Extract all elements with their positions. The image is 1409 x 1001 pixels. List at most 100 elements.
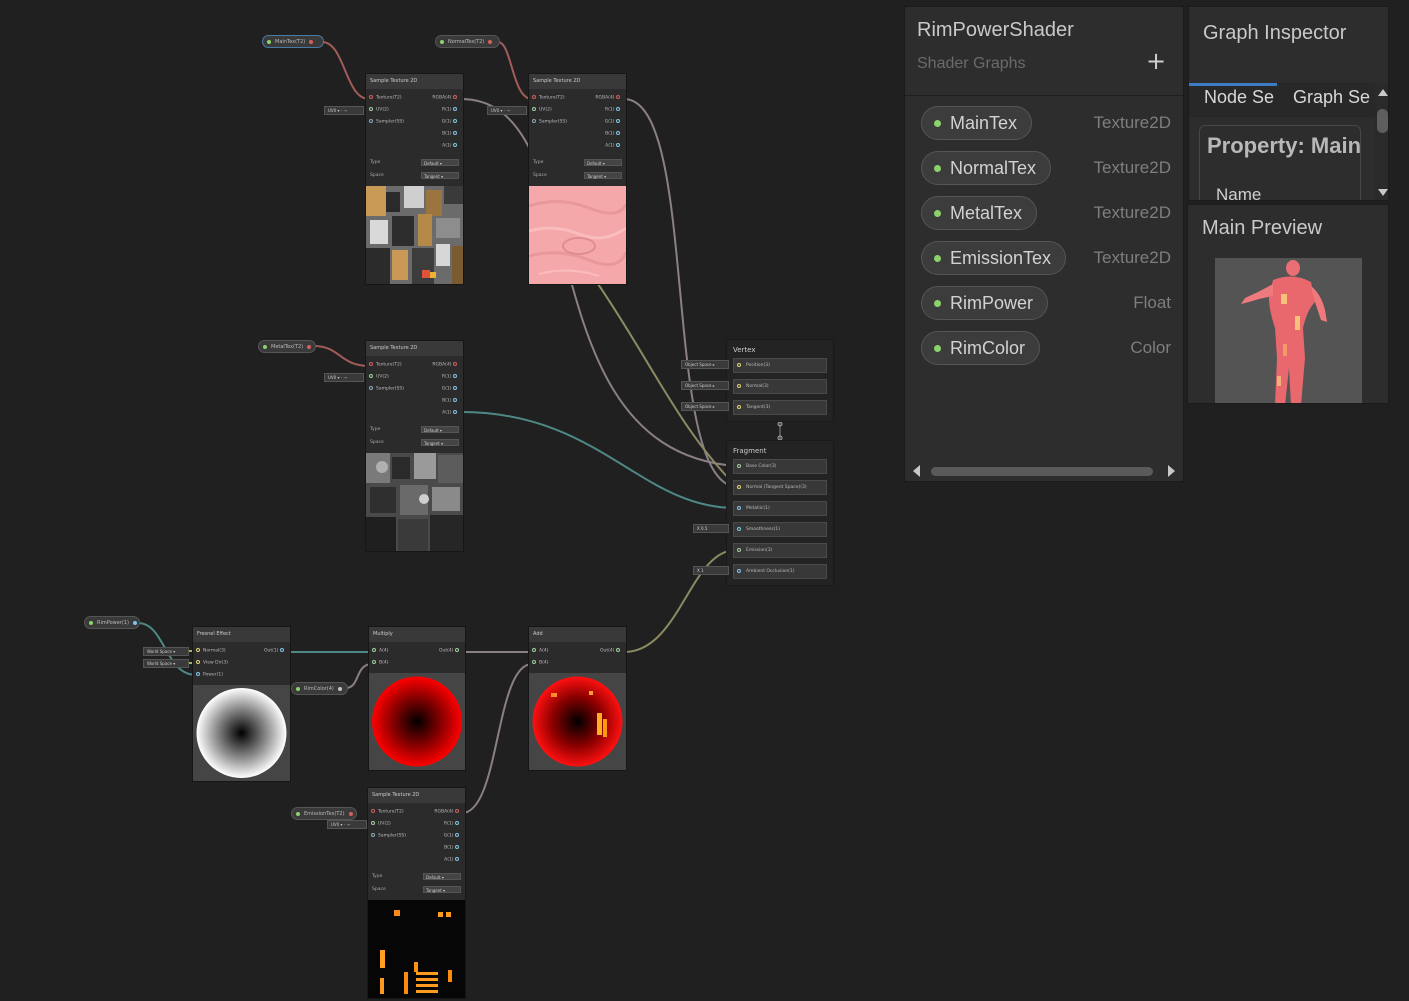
port-icon[interactable] (455, 809, 459, 813)
output-b[interactable]: B(1) (605, 131, 623, 137)
output-rgba[interactable]: RGBA(4) (595, 95, 623, 101)
fragment-slot-emission[interactable]: Emission(3) (733, 543, 827, 558)
uv-channel-dropdown[interactable]: UV0 ▾ · ⊸ (487, 106, 527, 115)
property-node-metaltex[interactable]: MetalTex(T2) (258, 340, 316, 353)
type-dropdown[interactable]: Default ▾ (421, 426, 459, 433)
port-icon[interactable] (453, 398, 457, 402)
input-a[interactable]: A(4) (372, 648, 388, 654)
port-icon[interactable] (616, 119, 620, 123)
fragment-stack[interactable]: Fragment Base Color(3) Normal (Tangent S… (726, 440, 834, 586)
output-r[interactable]: R(1) (444, 821, 462, 827)
property-pill[interactable]: NormalTex (921, 151, 1052, 185)
port-icon[interactable] (196, 672, 200, 676)
port-icon[interactable] (453, 386, 457, 390)
fragment-slot-metallic[interactable]: Metallic(1) (733, 501, 827, 516)
normal-space-label[interactable]: Object Space ▸ (681, 381, 729, 390)
vertical-scrollbar[interactable] (1375, 83, 1388, 200)
output-port-icon[interactable] (309, 39, 314, 44)
port-icon[interactable] (455, 833, 459, 837)
output-b[interactable]: B(1) (442, 131, 460, 137)
port-icon[interactable] (737, 405, 741, 409)
input-normal[interactable]: Normal(3) (196, 648, 226, 654)
port-icon[interactable] (372, 660, 376, 664)
vertex-slot-normal[interactable]: Normal(3) (733, 379, 827, 394)
port-icon[interactable] (196, 648, 200, 652)
output-out[interactable]: Out(1) (264, 648, 287, 654)
port-icon[interactable] (453, 131, 457, 135)
port-icon[interactable] (532, 648, 536, 652)
output-port-icon[interactable] (337, 686, 342, 691)
output-b[interactable]: B(1) (442, 398, 460, 404)
space-dropdown[interactable]: Tangent ▾ (423, 886, 461, 893)
property-row-rimpower[interactable]: RimPower Float (921, 286, 1171, 320)
property-node-rimpower[interactable]: RimPower(1) (84, 616, 140, 629)
port-icon[interactable] (453, 374, 457, 378)
port-icon[interactable] (371, 809, 375, 813)
port-icon[interactable] (453, 143, 457, 147)
input-texture[interactable]: Texture(T2) (371, 809, 404, 815)
input-uv[interactable]: UV(2) (371, 821, 391, 827)
output-a[interactable]: A(1) (442, 410, 460, 416)
output-r[interactable]: R(1) (442, 107, 460, 113)
property-pill[interactable]: MainTex (921, 106, 1033, 140)
port-icon[interactable] (369, 107, 373, 111)
vertex-slot-tangent[interactable]: Tangent(3) (733, 400, 827, 415)
port-icon[interactable] (737, 506, 741, 510)
type-dropdown[interactable]: Default ▾ (423, 873, 461, 880)
property-row-rimcolor[interactable]: RimColor Color (921, 331, 1171, 365)
scroll-left-icon[interactable] (913, 465, 920, 477)
type-dropdown[interactable]: Default ▾ (584, 159, 622, 166)
fragment-slot-smoothness[interactable]: Smoothness(1) (733, 522, 827, 537)
property-pill[interactable]: MetalTex (921, 196, 1038, 230)
port-icon[interactable] (532, 660, 536, 664)
property-node-emissiontex[interactable]: EmissionTex(T2) (291, 807, 357, 820)
input-texture[interactable]: Texture(T2) (369, 95, 402, 101)
graph-inspector-panel[interactable]: Graph Inspector Node Se Graph Se Propert… (1188, 6, 1389, 201)
space-dropdown[interactable]: Tangent ▾ (584, 172, 622, 179)
port-icon[interactable] (737, 527, 741, 531)
port-icon[interactable] (616, 95, 620, 99)
port-icon[interactable] (616, 107, 620, 111)
port-icon[interactable] (455, 648, 459, 652)
port-icon[interactable] (737, 384, 741, 388)
scroll-thumb[interactable] (1377, 109, 1388, 133)
fragment-slot-ambient-occlusion[interactable]: Ambient Occlusion(1) (733, 564, 827, 579)
input-texture[interactable]: Texture(T2) (532, 95, 565, 101)
input-a[interactable]: A(4) (532, 648, 548, 654)
vertex-slot-position[interactable]: Position(3) (733, 358, 827, 373)
scroll-thumb[interactable] (931, 467, 1153, 476)
output-port-icon[interactable] (488, 39, 493, 44)
output-g[interactable]: G(1) (444, 833, 462, 839)
port-icon[interactable] (196, 660, 200, 664)
position-space-label[interactable]: Object Space ▸ (681, 360, 729, 369)
preview-viewport[interactable] (1215, 258, 1362, 404)
input-texture[interactable]: Texture(T2) (369, 362, 402, 368)
tab-graph-settings[interactable]: Graph Se (1293, 87, 1370, 108)
scroll-right-icon[interactable] (1168, 465, 1175, 477)
output-a[interactable]: A(1) (444, 857, 462, 863)
output-port-icon[interactable] (132, 620, 137, 625)
blackboard-panel[interactable]: RimPowerShader Shader Graphs + MainTex T… (904, 6, 1184, 482)
port-icon[interactable] (369, 95, 373, 99)
property-node-rimcolor[interactable]: RimColor(4) (291, 682, 348, 695)
add-node[interactable]: Add A(4) B(4) Out(4) (528, 626, 627, 771)
property-node-maintex[interactable]: MainTex(T2) (262, 35, 324, 48)
input-sampler[interactable]: Sampler(SS) (369, 386, 404, 392)
port-icon[interactable] (453, 410, 457, 414)
horizontal-scrollbar[interactable] (911, 465, 1177, 477)
output-g[interactable]: G(1) (605, 119, 623, 125)
port-icon[interactable] (616, 131, 620, 135)
output-rgba[interactable]: RGBA(4) (434, 809, 462, 815)
port-icon[interactable] (369, 386, 373, 390)
view-space-dropdown[interactable]: World Space ▾ (143, 659, 189, 668)
tangent-space-label[interactable]: Object Space ▸ (681, 402, 729, 411)
port-icon[interactable] (453, 362, 457, 366)
output-b[interactable]: B(1) (444, 845, 462, 851)
property-pill[interactable]: RimPower (921, 286, 1049, 320)
port-icon[interactable] (616, 143, 620, 147)
port-icon[interactable] (369, 374, 373, 378)
output-out[interactable]: Out(4) (439, 648, 462, 654)
fragment-slot-normal[interactable]: Normal (Tangent Space)(3) (733, 480, 827, 495)
port-icon[interactable] (371, 833, 375, 837)
main-preview-panel[interactable]: Main Preview (1187, 204, 1389, 404)
